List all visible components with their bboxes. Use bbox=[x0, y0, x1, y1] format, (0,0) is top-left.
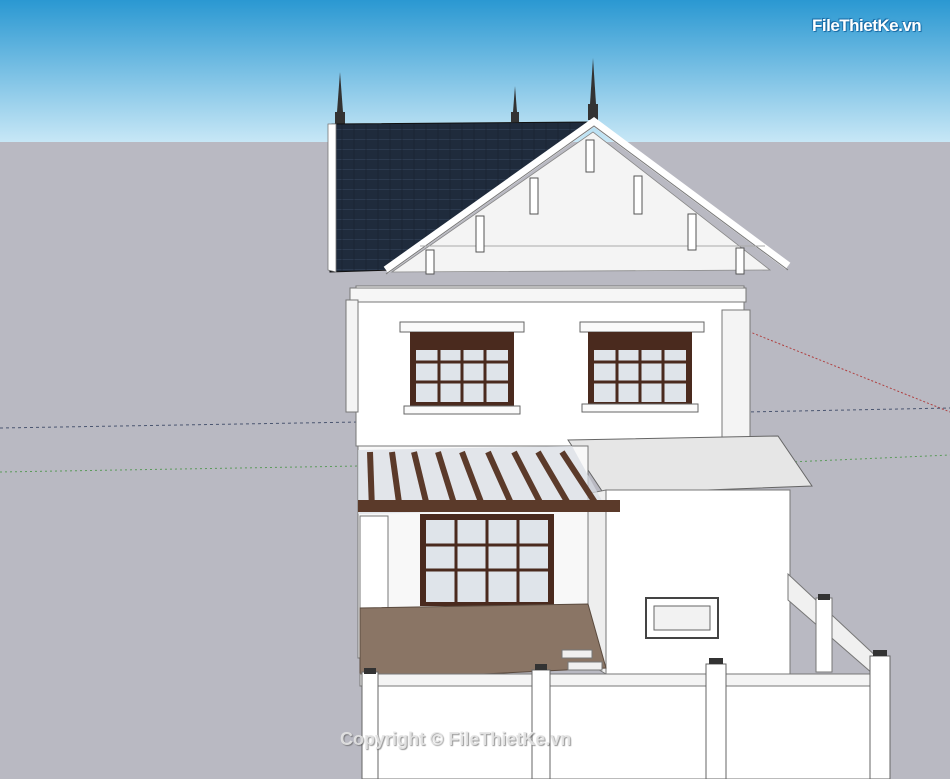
upper-cornice bbox=[349, 287, 747, 303]
site-logo: FileThietKe.vn bbox=[812, 14, 924, 42]
side-volume-wall bbox=[605, 489, 791, 675]
window-upper-left bbox=[399, 321, 525, 415]
upper-pilaster-right bbox=[721, 309, 751, 439]
house-scene bbox=[0, 0, 950, 779]
roof-left-edge bbox=[327, 123, 337, 273]
front-fence-cap bbox=[359, 673, 891, 687]
copyright-watermark: Copyright © FileThietKe.vn bbox=[340, 729, 572, 749]
side-fence-post bbox=[815, 597, 833, 673]
sky bbox=[0, 0, 950, 142]
sliding-door bbox=[420, 514, 554, 606]
window-upper-right bbox=[579, 321, 705, 413]
viewport: FileThietKe.vn Copyright © FileThietKe.v… bbox=[0, 0, 950, 779]
logo-text: FileThietKe.vn bbox=[812, 16, 922, 35]
porch-roof-slab bbox=[567, 435, 813, 495]
upper-pilaster-left bbox=[345, 299, 359, 413]
